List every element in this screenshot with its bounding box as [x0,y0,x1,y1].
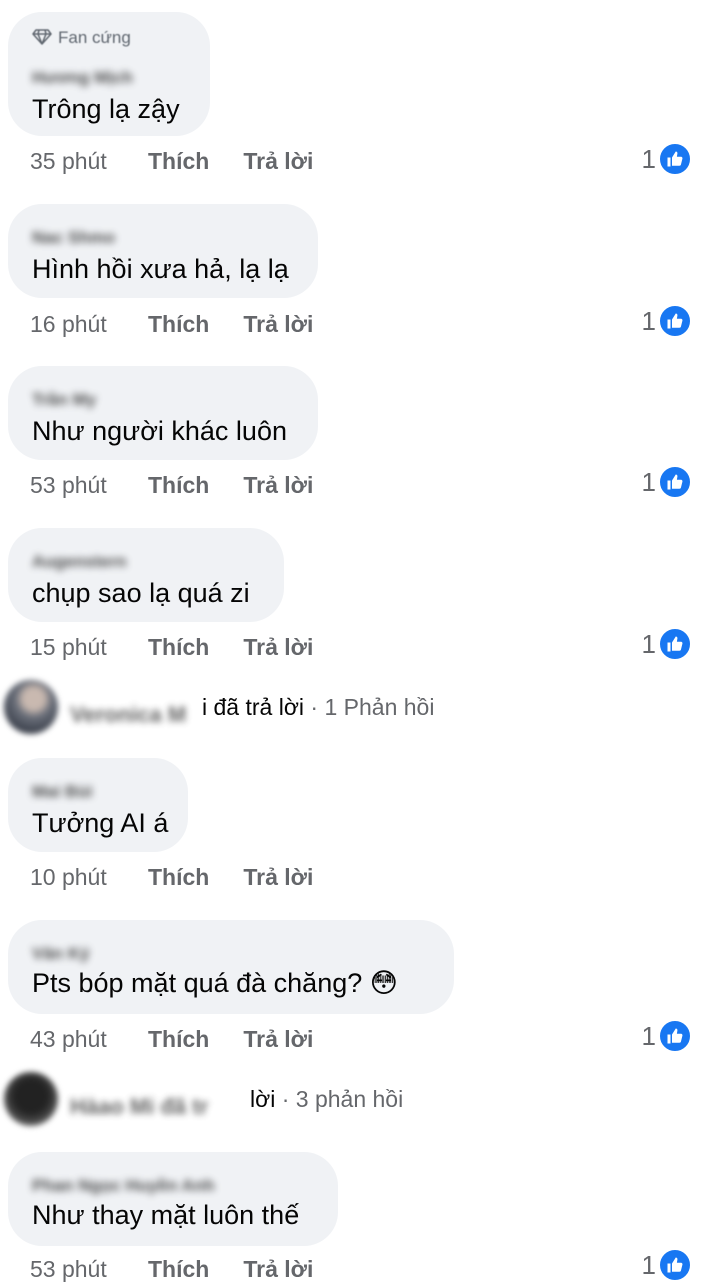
comment-time: 43 phút [30,1026,107,1052]
reply-button[interactable]: Trả lời [243,1026,313,1053]
like-button[interactable]: Thích [148,634,209,661]
comment-time: 10 phút [30,864,107,890]
comment-time: 15 phút [30,634,107,660]
comment-text: chụp sao lạ quá zi [32,578,250,608]
avatar [4,680,58,734]
like-button[interactable]: Thích [148,864,209,891]
comment-bubble[interactable]: Nac Shmo Hình hồi xưa hả, lạ lạ [8,204,318,298]
comment-meta: 35 phút Thích Trả lời [30,148,313,175]
comment-time: 16 phút [30,311,107,337]
like-button[interactable]: Thích [148,472,209,499]
comment-bubble[interactable]: Mai Bùi Tưởng AI á [8,758,188,852]
view-replies-link[interactable]: Veronica M i đã trả lời · 1 Phản hồi [0,680,706,734]
comment-bubble[interactable]: Phan Ngọc Huyền Anh Như thay mặt luôn th… [8,1152,338,1246]
reaction-count[interactable]: 1 [642,1248,692,1282]
like-button[interactable]: Thích [148,1026,209,1053]
fan-badge: Fan cứng [32,28,131,48]
comment-text: Hình hồi xưa hả, lạ lạ [32,254,289,284]
comment-meta: 16 phút Thích Trả lời [30,311,313,338]
comment-bubble[interactable]: Augenstern chụp sao lạ quá zi [8,528,284,622]
reaction-count[interactable]: 1 [642,465,692,499]
reaction-count[interactable]: 1 [642,304,692,338]
comment-author[interactable]: Văn Ký [32,944,90,964]
reply-summary: i đã trả lời · 1 Phản hồi [202,694,435,720]
comment-author[interactable]: Phan Ngọc Huyền Anh [32,1176,215,1196]
comment-text: Pts bóp mặt quá đà chăng? 😳 [32,968,398,998]
thumbs-up-icon [658,1019,692,1053]
reply-button[interactable]: Trả lời [243,864,313,891]
comment-meta: 15 phút Thích Trả lời [30,634,313,661]
comment-author[interactable]: Augenstern [32,552,126,572]
reaction-count[interactable]: 1 [642,1019,692,1053]
like-count: 1 [641,1249,656,1280]
comment-meta: 53 phút Thích Trả lời [30,1256,313,1283]
like-button[interactable]: Thích [148,311,209,338]
thumbs-up-icon [658,142,692,176]
reply-author: Veronica M [70,702,187,727]
thumbs-up-icon [658,465,692,499]
comment-bubble[interactable]: Văn Ký Pts bóp mặt quá đà chăng? 😳 [8,920,454,1014]
reply-button[interactable]: Trả lời [243,1256,313,1283]
like-count: 1 [641,1020,656,1051]
comment-time: 53 phút [30,1256,107,1282]
reply-button[interactable]: Trả lời [243,634,313,661]
reply-button[interactable]: Trả lời [243,472,313,499]
like-count: 1 [641,143,656,174]
like-count: 1 [641,628,656,659]
comment-text: Như thay mặt luôn thế [32,1200,300,1230]
like-button[interactable]: Thích [148,148,209,175]
comment-meta: 10 phút Thích Trả lời [30,864,313,891]
comment-author[interactable]: Mai Bùi [32,782,92,802]
comment-author[interactable]: Trần My [32,390,96,410]
comment-meta: 43 phút Thích Trả lời [30,1026,313,1053]
reply-count: 3 phản hồi [295,1086,404,1112]
like-count: 1 [641,305,656,336]
comment-bubble[interactable]: Trần My Như người khác luôn [8,366,318,460]
comment-text: Như người khác luôn [32,416,287,446]
reply-button[interactable]: Trả lời [243,148,313,175]
like-button[interactable]: Thích [148,1256,209,1283]
comment-author[interactable]: Hương Mịch [32,68,133,88]
comment-text: Tưởng AI á [32,808,169,838]
reply-visible-text: i đã trả lời [202,694,305,720]
comment-time: 53 phút [30,472,107,498]
reply-button[interactable]: Trả lời [243,311,313,338]
reply-visible-text: lời [250,1086,276,1112]
thumbs-up-icon [658,627,692,661]
comment-time: 35 phút [30,148,107,174]
like-count: 1 [641,466,656,497]
comment-meta: 53 phút Thích Trả lời [30,472,313,499]
thumbs-up-icon [658,304,692,338]
comment-author[interactable]: Nac Shmo [32,228,115,248]
reply-summary: lời · 3 phản hồi [250,1086,404,1112]
reaction-count[interactable]: 1 [642,142,692,176]
thumbs-up-icon [658,1248,692,1282]
reply-count: 1 Phản hồi [324,694,435,720]
comment-bubble[interactable]: Fan cứng Hương Mịch Trông lạ zậy [8,12,210,136]
view-replies-link[interactable]: Hàao Mi đã tr lời · 3 phản hồi [0,1072,706,1126]
avatar [4,1072,58,1126]
reaction-count[interactable]: 1 [642,627,692,661]
reply-author: Hàao Mi đã tr [70,1094,209,1119]
badge-label: Fan cứng [58,28,131,47]
comment-text: Trông lạ zậy [32,94,180,124]
diamond-icon [32,29,52,45]
